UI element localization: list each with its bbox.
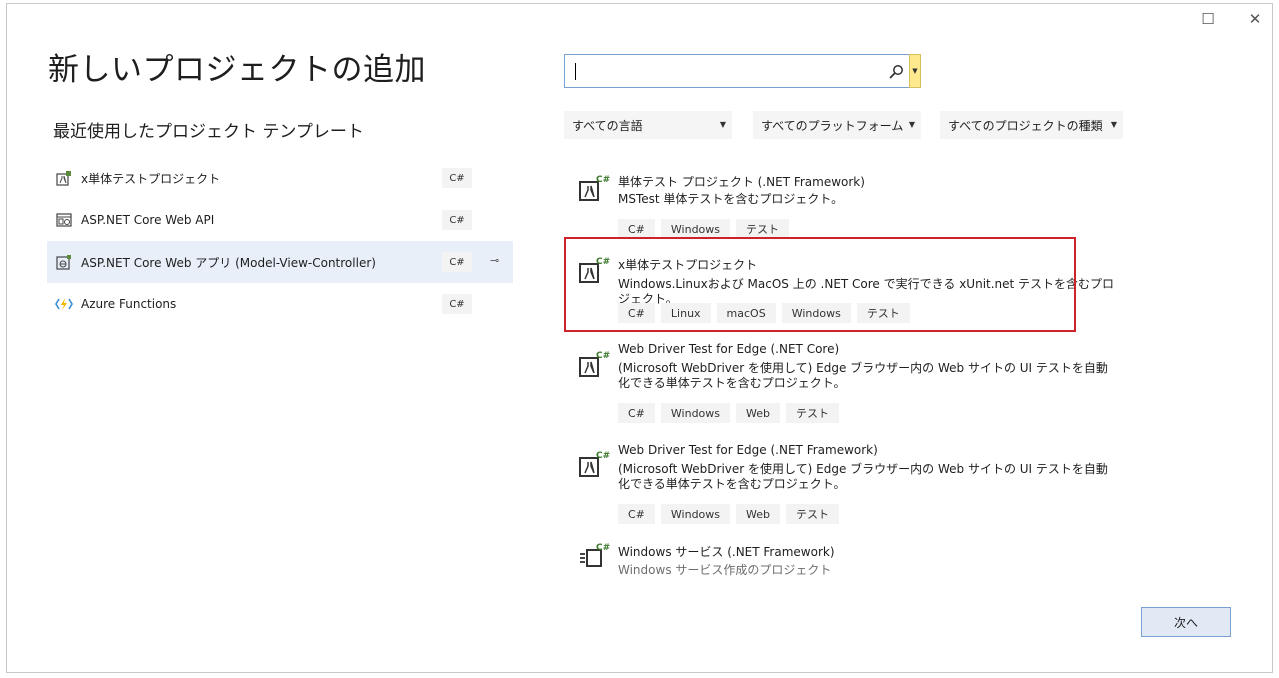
language-filter-value: すべての言語: [572, 118, 643, 133]
template-tags: C# Windows Web テスト: [618, 504, 839, 524]
page-title: 新しいプロジェクトの追加: [48, 52, 426, 88]
tag: Web: [736, 403, 780, 423]
search-input[interactable]: [571, 61, 885, 83]
chevron-down-icon: ▼: [719, 120, 726, 129]
csharp-badge: C#: [596, 351, 610, 361]
template-description: MSTest 単体テストを含むプロジェクト。: [618, 192, 844, 206]
recent-item-web-app-mvc[interactable]: ASP.NET Core Web アプリ (Model-View-Control…: [47, 241, 513, 283]
language-tag: C#: [442, 210, 472, 230]
csharp-badge: C#: [596, 175, 610, 185]
next-button[interactable]: 次へ: [1141, 607, 1231, 637]
template-tags: C# Windows テスト: [618, 219, 790, 239]
test-project-icon: C#: [578, 448, 610, 478]
test-project-icon: C#: [578, 172, 610, 202]
platform-filter[interactable]: すべてのプラットフォーム ▼: [753, 111, 921, 139]
selected-template-highlight: [564, 237, 1076, 332]
template-name: 単体テスト プロジェクト (.NET Framework): [618, 175, 865, 189]
template-name: Windows サービス (.NET Framework): [618, 545, 835, 559]
recent-templates-heading: 最近使用したプロジェクト テンプレート: [53, 122, 364, 142]
tag: テスト: [786, 504, 839, 524]
chevron-down-icon: ▼: [1110, 120, 1117, 129]
close-icon: ✕: [1248, 10, 1262, 28]
web-app-icon: [55, 254, 73, 270]
platform-filter-value: すべてのプラットフォーム: [761, 118, 904, 133]
csharp-badge: C#: [596, 451, 610, 461]
pin-icon[interactable]: ⊸: [490, 254, 499, 267]
close-button[interactable]: ✕: [1244, 8, 1266, 30]
template-description: (Microsoft WebDriver を使用して) Edge ブラウザー内の…: [618, 462, 1108, 491]
test-project-icon: C#: [578, 348, 610, 378]
recent-item-xunit[interactable]: x単体テストプロジェクト C#: [47, 157, 513, 199]
tag: C#: [618, 403, 655, 423]
text-caret: [575, 63, 576, 80]
windows-service-icon: C#: [578, 540, 610, 570]
template-description: Windows サービス作成のプロジェクト: [618, 563, 832, 577]
template-item-webdriver-framework[interactable]: C# Web Driver Test for Edge (.NET Framew…: [564, 436, 1124, 532]
tag: C#: [618, 219, 655, 239]
template-item-webdriver-core[interactable]: C# Web Driver Test for Edge (.NET Core) …: [564, 336, 1124, 432]
template-item-mstest[interactable]: C# 単体テスト プロジェクト (.NET Framework) MSTest …: [564, 160, 1124, 239]
language-tag: C#: [442, 252, 472, 272]
project-type-filter[interactable]: すべてのプロジェクトの種類 ▼: [940, 111, 1123, 139]
language-tag: C#: [442, 294, 472, 314]
template-tags: C# Windows Web テスト: [618, 403, 839, 423]
template-item-windows-service[interactable]: C# Windows サービス (.NET Framework) Windows…: [564, 536, 1124, 586]
tag: Windows: [660, 504, 731, 524]
maximize-icon: ☐: [1201, 10, 1215, 28]
template-name: Web Driver Test for Edge (.NET Framework…: [618, 443, 878, 457]
recent-templates-list: x単体テストプロジェクト C# ASP.NET Core Web API C# …: [47, 157, 513, 325]
template-name: Web Driver Test for Edge (.NET Core): [618, 342, 840, 356]
search-icon[interactable]: [888, 64, 904, 80]
template-description: (Microsoft WebDriver を使用して) Edge ブラウザー内の…: [618, 361, 1108, 390]
language-filter[interactable]: すべての言語 ▼: [564, 111, 732, 139]
csharp-badge: C#: [596, 543, 610, 553]
search-options-dropdown[interactable]: ▼: [909, 54, 921, 88]
chevron-down-icon: ▼: [908, 120, 915, 129]
maximize-button[interactable]: ☐: [1197, 8, 1219, 30]
azure-functions-icon: [55, 296, 73, 312]
tag: テスト: [786, 403, 839, 423]
tag: Web: [736, 504, 780, 524]
search-box[interactable]: [564, 54, 910, 88]
recent-item-web-api[interactable]: ASP.NET Core Web API C#: [47, 199, 513, 241]
test-project-icon: [55, 170, 73, 186]
language-tag: C#: [442, 168, 472, 188]
recent-item-azure-functions[interactable]: Azure Functions C#: [47, 283, 513, 325]
tag: Windows: [660, 403, 731, 423]
tag: テスト: [736, 219, 790, 239]
tag: Windows: [660, 219, 731, 239]
web-api-icon: [55, 212, 73, 228]
chevron-down-icon: ▼: [912, 67, 918, 75]
project-type-filter-value: すべてのプロジェクトの種類: [948, 118, 1103, 133]
tag: C#: [618, 504, 655, 524]
